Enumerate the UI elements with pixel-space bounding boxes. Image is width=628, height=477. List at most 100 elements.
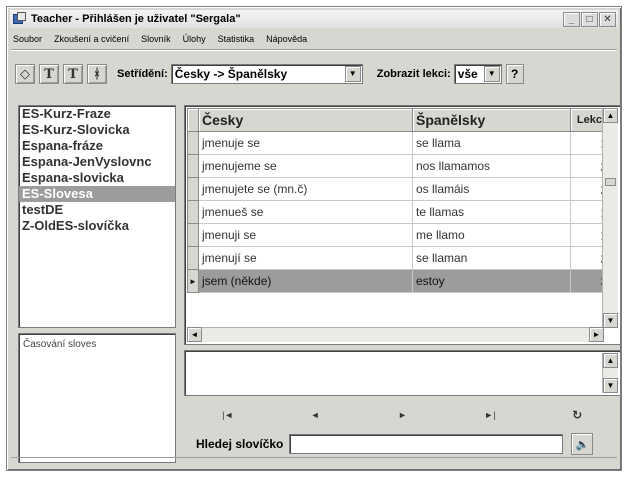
first-record-button[interactable]: |◄ bbox=[184, 405, 271, 425]
lesson-item[interactable]: Espana-fráze bbox=[19, 138, 175, 154]
lesson-filter-value: vše bbox=[457, 67, 478, 81]
text-tool-alt-icon: T bbox=[68, 66, 78, 82]
lesson-item[interactable]: Espana-slovicka bbox=[19, 170, 175, 186]
cell-cesky[interactable]: jmenujete se (mn.č) bbox=[198, 177, 413, 201]
eraser-icon: ◇ bbox=[20, 66, 30, 82]
memo-scrollbar[interactable]: ▲ ▼ bbox=[602, 353, 618, 393]
lesson-item[interactable]: Z-OldES-slovíčka bbox=[19, 218, 175, 234]
lesson-filter-label: Zobrazit lekci: bbox=[376, 68, 451, 80]
lesson-item[interactable]: ES-Slovesa bbox=[19, 186, 175, 202]
menu-statistika[interactable]: Statistika bbox=[218, 34, 255, 44]
prev-record-button[interactable]: ◄ bbox=[271, 405, 358, 425]
cell-spanelsky[interactable]: se llaman bbox=[412, 246, 571, 270]
scroll-down-icon[interactable]: ▼ bbox=[603, 313, 618, 328]
cell-spanelsky[interactable]: me llamo bbox=[412, 223, 571, 247]
chevron-down-icon[interactable]: ▼ bbox=[344, 66, 361, 82]
cell-cesky[interactable]: jsem (někde) bbox=[198, 269, 413, 293]
table-row[interactable]: jmenuje sese llama1 bbox=[187, 131, 615, 155]
next-record-button[interactable]: ► bbox=[359, 405, 446, 425]
eraser-button[interactable]: ◇ bbox=[15, 64, 35, 84]
column-header-cesky[interactable]: Česky bbox=[198, 108, 413, 132]
row-indicator[interactable]: ► bbox=[187, 269, 199, 293]
last-record-button[interactable]: ►| bbox=[446, 405, 533, 425]
grid-vertical-scrollbar[interactable]: ▲ ▼ bbox=[602, 108, 618, 328]
speaker-button[interactable]: 🔈 bbox=[571, 433, 594, 455]
menu-napoveda[interactable]: Nápověda bbox=[266, 34, 307, 44]
cell-spanelsky[interactable]: te llamas bbox=[412, 200, 571, 224]
scroll-thumb[interactable] bbox=[605, 178, 616, 186]
scroll-right-icon[interactable]: ► bbox=[589, 327, 604, 342]
lesson-list[interactable]: ES-Kurz-Fraze ES-Kurz-Slovicka Espana-fráz… bbox=[18, 105, 176, 328]
grid-horizontal-scrollbar[interactable]: ◄ ► bbox=[187, 327, 604, 342]
refresh-icon: ↻ bbox=[572, 408, 583, 422]
lesson-filter-select[interactable]: vše ▼ bbox=[453, 64, 502, 84]
chevron-down-icon[interactable]: ▼ bbox=[483, 66, 500, 82]
cell-cesky[interactable]: jmenujeme se bbox=[198, 154, 413, 178]
menu-bar: Soubor Zkoušení a cvičení Slovník Úlohy … bbox=[13, 31, 615, 47]
cell-cesky[interactable]: jmenují se bbox=[198, 246, 413, 270]
row-indicator[interactable] bbox=[187, 131, 199, 155]
next-icon: ► bbox=[398, 410, 407, 420]
menu-zkouseni[interactable]: Zkoušení a cvičení bbox=[54, 34, 129, 44]
close-button[interactable]: ✕ bbox=[599, 11, 616, 27]
cell-cesky[interactable]: jmenueš se bbox=[198, 200, 413, 224]
lesson-note[interactable]: Časování sloves bbox=[18, 333, 176, 463]
table-row[interactable]: jmenuji seme llamo1 bbox=[187, 223, 615, 247]
cell-spanelsky[interactable]: nos llamamos bbox=[412, 154, 571, 178]
person-icon: ᚼ bbox=[93, 66, 101, 82]
speaker-icon: 🔈 bbox=[575, 438, 590, 451]
row-indicator[interactable] bbox=[187, 223, 199, 247]
sort-select[interactable]: Česky -> Španělsky ▼ bbox=[170, 64, 363, 84]
search-row: Hledej slovíčko 🔈 bbox=[184, 432, 621, 456]
search-input[interactable] bbox=[289, 434, 564, 454]
scroll-up-icon[interactable]: ▲ bbox=[603, 353, 618, 368]
cell-spanelsky[interactable]: se llama bbox=[412, 131, 571, 155]
row-indicator[interactable] bbox=[187, 246, 199, 270]
lesson-item[interactable]: testDE bbox=[19, 202, 175, 218]
cell-spanelsky[interactable]: estoy bbox=[412, 269, 571, 293]
record-navigator: |◄ ◄ ► ►| ↻ bbox=[184, 405, 621, 425]
menu-soubor[interactable]: Soubor bbox=[13, 34, 42, 44]
row-indicator[interactable] bbox=[187, 177, 199, 201]
prev-icon: ◄ bbox=[310, 410, 320, 420]
sort-label: Setřídění: bbox=[117, 68, 168, 80]
cell-cesky[interactable]: jmenuji se bbox=[198, 223, 413, 247]
text-tool-icon: T bbox=[44, 66, 54, 82]
vocabulary-grid[interactable]: Česky Španělsky Lekce jmenuje se se llama… bbox=[184, 105, 621, 345]
app-window: Teacher - Přihlášen je uživatel "Sergala… bbox=[6, 6, 622, 471]
person-button[interactable]: ᚼ bbox=[87, 64, 107, 84]
window-title: Teacher - Přihlášen je uživatel "Sergala… bbox=[31, 13, 241, 25]
row-indicator-header bbox=[187, 108, 199, 132]
toolbar: ◇ T T ᚼ Setřídění: Česky -> Španělsky ▼ … bbox=[15, 61, 615, 87]
text-tool-alt-button[interactable]: T bbox=[63, 64, 83, 84]
lesson-item[interactable]: Espana-JenVyslovnc bbox=[19, 154, 175, 170]
minimize-button[interactable]: _ bbox=[563, 11, 580, 27]
sort-value: Česky -> Španělsky bbox=[174, 67, 288, 81]
scroll-up-icon[interactable]: ▲ bbox=[603, 108, 618, 123]
word-memo[interactable]: ▲ ▼ bbox=[184, 350, 621, 396]
maximize-button[interactable]: □ bbox=[581, 11, 598, 27]
table-row[interactable]: jmenueš sete llamas1 bbox=[187, 200, 615, 224]
refresh-button[interactable]: ↻ bbox=[534, 405, 621, 425]
toolbar-separator bbox=[11, 49, 617, 51]
table-row[interactable]: jmenujeme senos llamamos2 bbox=[187, 154, 615, 178]
lesson-item[interactable]: ES-Kurz-Slovicka bbox=[19, 122, 175, 138]
table-row[interactable]: jmenujete se (mn.č)os llamáis2 bbox=[187, 177, 615, 201]
first-icon: |◄ bbox=[222, 410, 234, 420]
text-tool-button[interactable]: T bbox=[39, 64, 59, 84]
cell-cesky[interactable]: jmenuje se bbox=[198, 131, 413, 155]
table-row[interactable]: jmenují sese llaman2 bbox=[187, 246, 615, 270]
scroll-down-icon[interactable]: ▼ bbox=[603, 378, 618, 393]
cell-spanelsky[interactable]: os llamáis bbox=[412, 177, 571, 201]
lesson-item[interactable]: ES-Kurz-Fraze bbox=[19, 106, 175, 122]
menu-slovnik[interactable]: Slovník bbox=[141, 34, 171, 44]
scroll-left-icon[interactable]: ◄ bbox=[187, 327, 202, 342]
title-bar: Teacher - Přihlášen je uživatel "Sergala… bbox=[10, 10, 618, 28]
search-label: Hledej slovíčko bbox=[196, 437, 284, 451]
table-row[interactable]: ►jsem (někde)estoy3 bbox=[187, 269, 615, 293]
row-indicator[interactable] bbox=[187, 200, 199, 224]
row-indicator[interactable] bbox=[187, 154, 199, 178]
column-header-spanelsky[interactable]: Španělsky bbox=[412, 108, 571, 132]
help-button[interactable]: ? bbox=[505, 64, 524, 84]
menu-ulohy[interactable]: Úlohy bbox=[183, 34, 206, 44]
